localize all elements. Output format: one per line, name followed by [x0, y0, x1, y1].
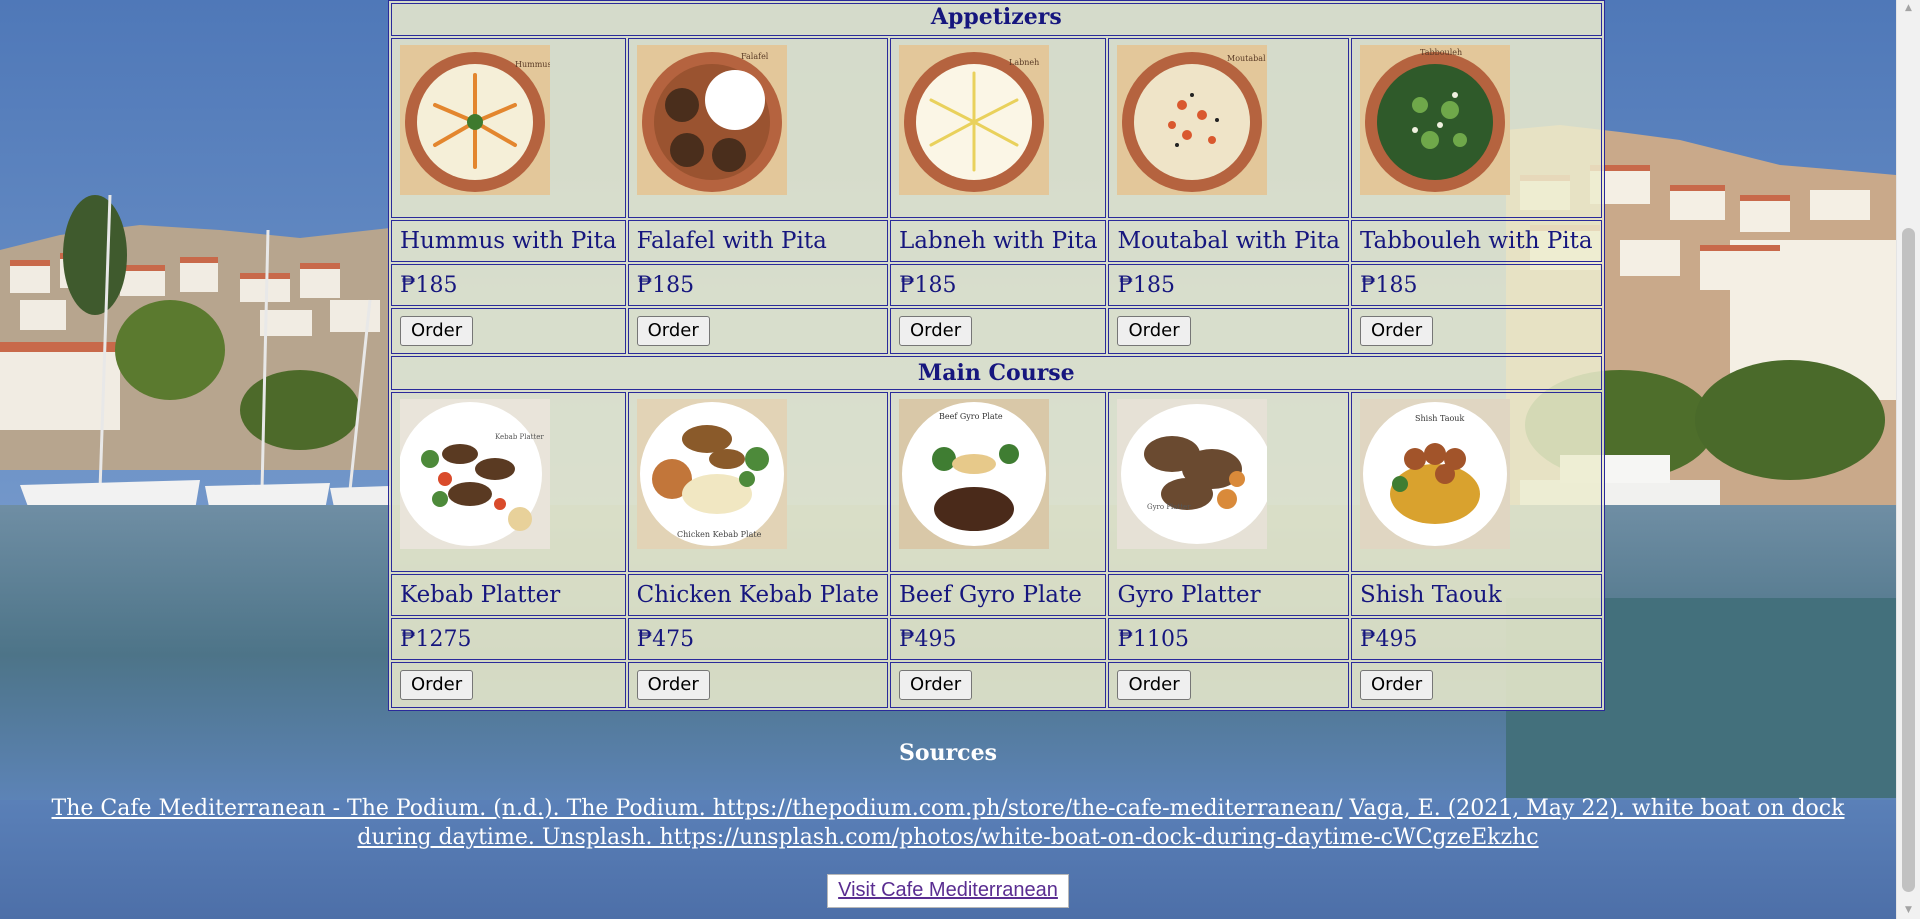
menu-item-price: ₱185	[1350, 264, 1602, 306]
moutabal-plate-image: Moutabal	[1117, 45, 1268, 195]
menu-item-price: ₱475	[627, 618, 888, 660]
order-button-hummus[interactable]: Order	[400, 316, 474, 346]
order-cell: Order	[391, 308, 626, 354]
menu-item-image-cell: Labneh	[890, 38, 1107, 218]
menu-item-name: Falafel with Pita	[627, 220, 888, 262]
page-scrollbar[interactable]: ▲ ▼	[1896, 0, 1920, 919]
menu-item-image-cell: Falafel	[627, 38, 888, 218]
falafel-plate-image: Falafel	[636, 45, 787, 195]
order-button-gyro-platter[interactable]: Order	[1117, 670, 1191, 700]
main-course-name-row: Kebab Platter Chicken Kebab Plate Beef G…	[391, 574, 1602, 616]
order-button-chicken-kebab-plate[interactable]: Order	[636, 670, 710, 700]
menu-item-price: ₱185	[627, 264, 888, 306]
section-title-main-course: Main Course	[391, 356, 1602, 390]
scroll-up-arrow-icon[interactable]: ▲	[1897, 0, 1920, 17]
appetizers-order-row: Order Order Order Order Order	[391, 308, 1602, 354]
order-cell: Order	[1350, 662, 1602, 708]
plate-label: Tabbouleh	[1420, 48, 1462, 57]
menu-table: Appetizers Hummus Falafel Labneh Moutaba…	[388, 0, 1605, 711]
main-course-price-row: ₱1275 ₱475 ₱495 ₱1105 ₱495	[391, 618, 1602, 660]
source-link-podium[interactable]: The Cafe Mediterranean - The Podium. (n.…	[52, 796, 1343, 821]
sources-heading: Sources	[899, 740, 997, 766]
order-button-tabbouleh[interactable]: Order	[1359, 316, 1434, 346]
menu-item-image-cell: Tabbouleh	[1350, 38, 1602, 218]
plate-label: Beef Gyro Plate	[939, 412, 1003, 421]
scrollbar-thumb[interactable]	[1902, 228, 1915, 892]
menu-item-price: ₱185	[890, 264, 1107, 306]
menu-item-image-cell: Kebab Platter	[391, 392, 626, 572]
main-course-image-row: Kebab Platter Chicken Kebab Plate Beef G…	[391, 392, 1602, 572]
order-cell: Order	[890, 662, 1107, 708]
beef-gyro-plate-image: Beef Gyro Plate	[899, 399, 1049, 549]
order-button-shish-taouk[interactable]: Order	[1359, 670, 1434, 700]
plate-label: Falafel	[741, 52, 769, 61]
order-button-moutabal[interactable]: Order	[1117, 316, 1191, 346]
menu-item-image-cell: Chicken Kebab Plate	[627, 392, 888, 572]
menu-item-image-cell: Moutabal	[1108, 38, 1349, 218]
plate-label: Labneh	[1009, 58, 1039, 67]
plate-label: Moutabal	[1227, 54, 1266, 63]
labneh-plate-image: Labneh	[899, 45, 1049, 195]
order-cell: Order	[627, 308, 888, 354]
plate-label: Hummus	[515, 60, 550, 69]
order-button-beef-gyro-plate[interactable]: Order	[899, 670, 973, 700]
order-button-falafel[interactable]: Order	[636, 316, 710, 346]
menu-item-price: ₱185	[1108, 264, 1349, 306]
menu-item-name: Labneh with Pita	[890, 220, 1107, 262]
menu-item-name: Shish Taouk	[1350, 574, 1602, 616]
order-cell: Order	[890, 308, 1107, 354]
order-cell: Order	[1108, 662, 1349, 708]
main-course-order-row: Order Order Order Order Order	[391, 662, 1602, 708]
menu-item-image-cell: Hummus	[391, 38, 626, 218]
menu-item-name: Kebab Platter	[391, 574, 626, 616]
menu-item-price: ₱495	[1350, 618, 1602, 660]
plate-label: Chicken Kebab Plate	[677, 530, 762, 539]
order-button-labneh[interactable]: Order	[899, 316, 973, 346]
menu-item-name: Chicken Kebab Plate	[627, 574, 888, 616]
menu-item-image-cell: Shish Taouk	[1350, 392, 1602, 572]
menu-item-price: ₱1275	[391, 618, 626, 660]
menu-item-name: Beef Gyro Plate	[890, 574, 1107, 616]
sources-citations: The Cafe Mediterranean - The Podium. (n.…	[20, 794, 1876, 852]
order-cell: Order	[627, 662, 888, 708]
order-button-kebab-platter[interactable]: Order	[400, 670, 474, 700]
menu-item-name: Hummus with Pita	[391, 220, 626, 262]
menu-item-name: Gyro Platter	[1108, 574, 1349, 616]
menu-item-price: ₱495	[890, 618, 1107, 660]
tabbouleh-plate-image: Tabbouleh	[1359, 45, 1510, 195]
order-cell: Order	[1108, 308, 1349, 354]
section-title-appetizers: Appetizers	[391, 3, 1602, 36]
visit-button-wrap: Visit Cafe Mediterranean	[0, 874, 1896, 908]
order-cell: Order	[391, 662, 626, 708]
menu-item-price: ₱1105	[1108, 618, 1349, 660]
menu-item-image-cell: Beef Gyro Plate	[890, 392, 1107, 572]
visit-cafe-button[interactable]: Visit Cafe Mediterranean	[827, 874, 1069, 908]
appetizers-image-row: Hummus Falafel Labneh Moutabal Tabbouleh	[391, 38, 1602, 218]
menu-item-image-cell: Gyro Platter	[1108, 392, 1349, 572]
plate-label: Shish Taouk	[1415, 414, 1464, 423]
appetizers-price-row: ₱185 ₱185 ₱185 ₱185 ₱185	[391, 264, 1602, 306]
kebab-platter-image: Kebab Platter	[400, 399, 550, 549]
hummus-plate-image: Hummus	[400, 45, 550, 195]
order-cell: Order	[1350, 308, 1602, 354]
gyro-platter-image: Gyro Platter	[1117, 399, 1268, 549]
plate-label: Kebab Platter	[495, 433, 544, 441]
menu-item-name: Tabbouleh with Pita	[1350, 220, 1602, 262]
scroll-down-arrow-icon[interactable]: ▼	[1897, 902, 1920, 919]
menu-item-price: ₱185	[391, 264, 626, 306]
chicken-kebab-plate-image: Chicken Kebab Plate	[636, 399, 787, 549]
plate-label: Gyro Platter	[1147, 503, 1191, 511]
shish-taouk-plate-image: Shish Taouk	[1359, 399, 1510, 549]
menu-item-name: Moutabal with Pita	[1108, 220, 1349, 262]
appetizers-name-row: Hummus with Pita Falafel with Pita Labne…	[391, 220, 1602, 262]
